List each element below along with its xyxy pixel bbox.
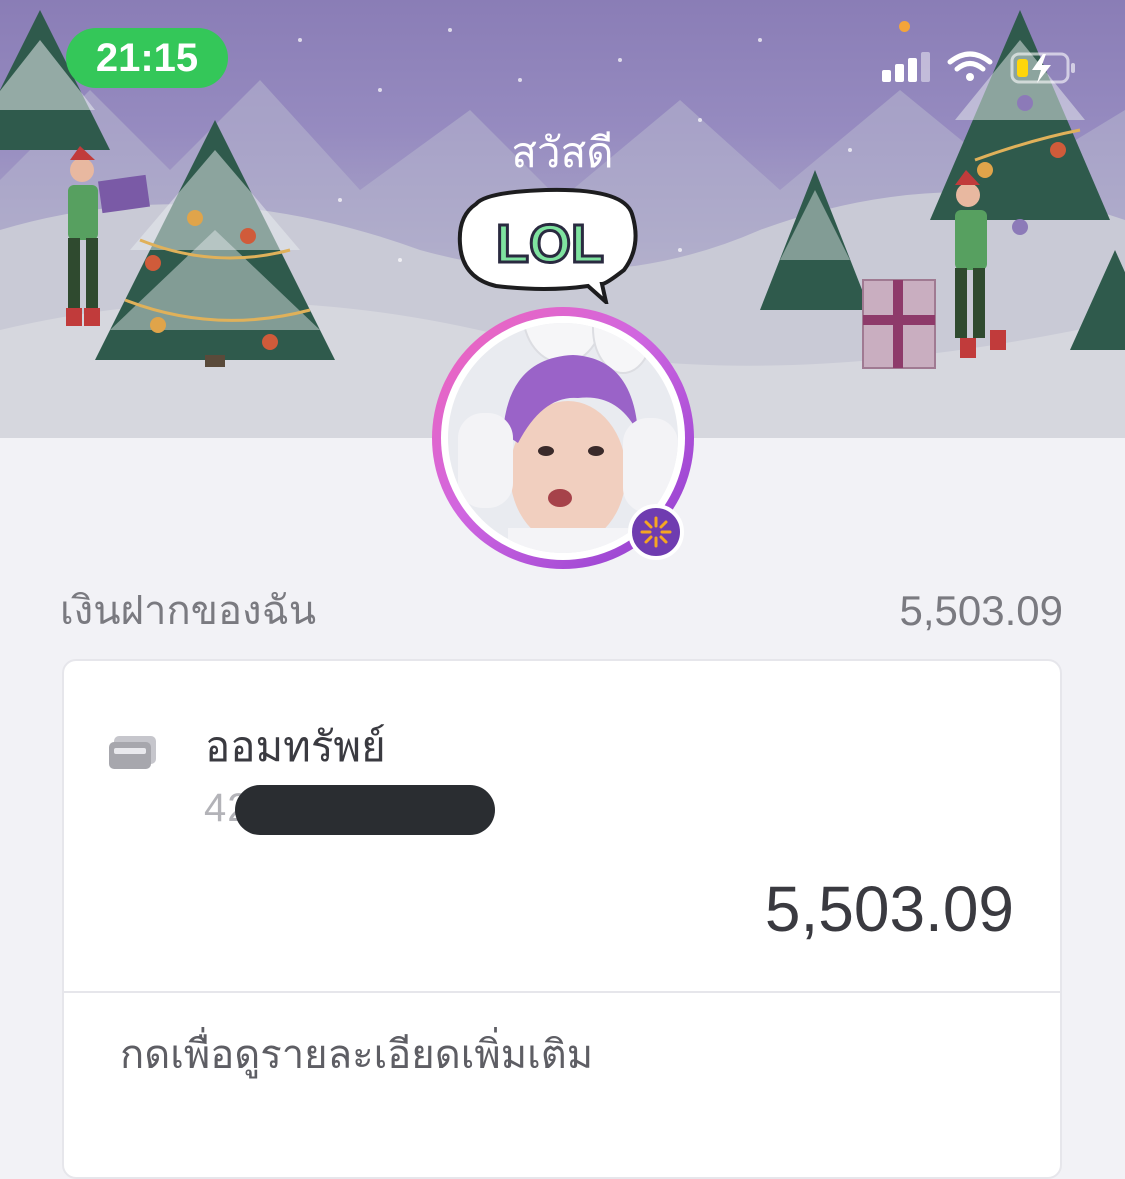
battery-charging-icon — [1010, 52, 1075, 84]
cellular-signal-icon — [882, 52, 930, 82]
account-type-name: ออมทรัพย์ — [205, 722, 386, 771]
card-divider — [64, 991, 1060, 993]
privacy-indicator-dot — [899, 21, 910, 32]
wifi-icon — [947, 51, 993, 81]
view-more-details-link[interactable]: กดเพื่อดูรายละเอียดเพิ่มเติม — [120, 1027, 593, 1083]
status-time: 21:15 — [66, 28, 228, 88]
account-number-redaction — [235, 785, 495, 835]
status-bar-icons — [882, 51, 1075, 84]
my-deposits-total: 5,503.09 — [899, 587, 1064, 634]
spark-icon — [628, 504, 684, 560]
my-deposits-label: เงินฝากของฉัน — [60, 588, 317, 634]
account-balance: 5,503.09 — [764, 873, 1014, 945]
savings-account-card[interactable]: ออมทรัพย์ 42 5,503.09 กดเพื่อดูรายละเอีย… — [62, 659, 1062, 1179]
lol-sticker[interactable]: LOL — [456, 186, 642, 304]
sticker-text: LOL — [496, 214, 604, 274]
card-icon — [109, 736, 156, 769]
greeting-text: สวัสดี — [511, 128, 614, 177]
